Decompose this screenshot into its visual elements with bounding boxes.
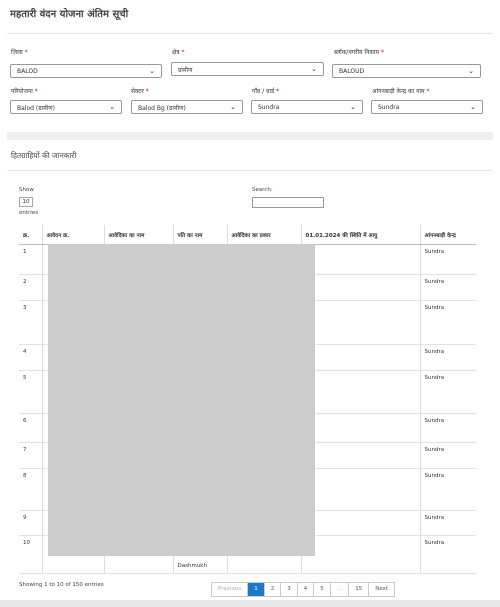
- row-sn: 7: [19, 442, 43, 469]
- chevron-down-icon: ⌄: [468, 67, 474, 75]
- pagination-page-5[interactable]: 5: [314, 583, 331, 596]
- col-header[interactable]: आवेदिका का नाम: [104, 225, 174, 245]
- pagination-page-2[interactable]: 2: [265, 583, 282, 596]
- col-header[interactable]: क्र.: [19, 225, 43, 245]
- divider: [7, 170, 493, 171]
- row-anganwadi: Sundra: [420, 510, 476, 536]
- project-label: परियोजना *: [11, 88, 38, 95]
- pagination-previous[interactable]: Previous: [212, 583, 249, 596]
- area-label: क्षेत्र *: [172, 49, 185, 56]
- footer-bar: [0, 600, 500, 607]
- pagination-ellipsis: …: [331, 583, 350, 596]
- row-sn: 4: [19, 344, 43, 371]
- row-anganwadi: Sundra: [420, 413, 476, 443]
- col-header[interactable]: 01.01.2024 की स्थिति में आयु: [301, 225, 421, 245]
- entries-length-select[interactable]: 10: [19, 197, 33, 207]
- search-label: Search:: [252, 187, 273, 193]
- chevron-down-icon: ⌄: [470, 103, 476, 111]
- row-anganwadi: Sundra: [420, 468, 476, 511]
- sector-label: सेक्टर *: [131, 88, 149, 95]
- search-input[interactable]: [252, 197, 324, 208]
- chevron-down-icon: ⌄: [230, 103, 236, 111]
- pagination-page-1[interactable]: 1: [248, 583, 265, 596]
- village-label: गाँव / वार्ड *: [252, 88, 280, 95]
- row-anganwadi: Sundra: [420, 442, 476, 469]
- col-header[interactable]: पति का नाम: [173, 225, 228, 245]
- page-title: महतारी वंदन योजना अंतिम सूची: [10, 9, 129, 20]
- row-anganwadi: Sundra: [420, 274, 476, 301]
- partial-husband-name: Dashmukh: [177, 563, 207, 569]
- col-header[interactable]: आंगनबाड़ी केन्द्र: [420, 225, 476, 245]
- section-subtitle: हितग्राहियों की जानकारी: [11, 151, 77, 160]
- pagination-page-15[interactable]: 15: [349, 583, 370, 596]
- chevron-down-icon: ⌄: [350, 103, 356, 111]
- row-anganwadi: Sundra: [420, 244, 476, 275]
- district-select[interactable]: BALOD ⌄: [10, 64, 162, 78]
- row-sn: 3: [19, 300, 43, 345]
- row-sn: 9: [19, 510, 43, 536]
- row-anganwadi: Sundra: [420, 535, 476, 574]
- redaction-block: [48, 244, 315, 556]
- row-sn: 5: [19, 370, 43, 414]
- row-sn: 10: [19, 535, 43, 574]
- divider: [7, 33, 493, 34]
- block-select[interactable]: BALOUD ⌄: [332, 64, 481, 78]
- row-sn: 6: [19, 413, 43, 443]
- row-anganwadi: Sundra: [420, 344, 476, 371]
- table-header-row: क्र. आवेदन क्र. आवेदिका का नाम पति का ना…: [19, 225, 476, 245]
- project-select[interactable]: Balod (ग्रामीण) ⌄: [10, 100, 122, 114]
- section-divider: [7, 132, 493, 140]
- pagination-next[interactable]: Next: [369, 583, 394, 596]
- row-anganwadi: Sundra: [420, 300, 476, 345]
- row-sn: 1: [19, 244, 43, 275]
- pagination-page-4[interactable]: 4: [298, 583, 315, 596]
- chevron-down-icon: ⌄: [109, 103, 115, 111]
- village-select[interactable]: Sundra ⌄: [251, 100, 363, 114]
- district-label: ज़िला *: [11, 49, 28, 56]
- anganwadi-select[interactable]: Sundra ⌄: [371, 100, 483, 114]
- table-info: Showing 1 to 10 of 150 entries: [19, 582, 104, 588]
- chevron-down-icon: ⌄: [311, 65, 317, 73]
- sector-select[interactable]: Balod Bg (ग्रामीण) ⌄: [131, 100, 243, 114]
- row-sn: 8: [19, 468, 43, 511]
- anganwadi-label: आंगनबाड़ी केन्द्र का नाम *: [372, 88, 430, 95]
- area-select[interactable]: ग्रामीण ⌄: [171, 62, 324, 76]
- show-label: Show: [19, 187, 34, 193]
- chevron-down-icon: ⌄: [149, 67, 155, 75]
- pagination: Previous 1 2 3 4 5 … 15 Next: [211, 582, 396, 597]
- row-sn: 2: [19, 274, 43, 301]
- col-header[interactable]: आवेदिका का प्रकार: [227, 225, 302, 245]
- pagination-page-3[interactable]: 3: [281, 583, 298, 596]
- entries-label: entries: [19, 210, 39, 216]
- row-anganwadi: Sundra: [420, 370, 476, 414]
- col-header[interactable]: आवेदन क्र.: [42, 225, 105, 245]
- block-label: ब्लॉक/नगरीय निकाय *: [334, 49, 384, 56]
